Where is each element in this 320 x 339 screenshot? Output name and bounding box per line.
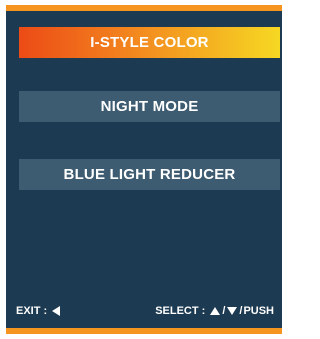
exit-hint: EXIT : — [16, 305, 61, 317]
separator: / — [222, 305, 226, 317]
exit-label: EXIT : — [16, 305, 48, 317]
menu-item-label: BLUE LIGHT REDUCER — [63, 166, 236, 183]
menu-item-label: I-STYLE COLOR — [90, 34, 209, 51]
push-label: PUSH — [243, 305, 274, 317]
bottom-accent-bar — [6, 328, 282, 334]
osd-menu-panel: I-STYLE COLOR NIGHT MODE BLUE LIGHT REDU… — [6, 5, 282, 334]
menu-item-night-mode[interactable]: NIGHT MODE — [19, 91, 280, 122]
footer-hints: EXIT : SELECT : / / PUSH — [16, 302, 274, 320]
left-arrow-icon — [52, 306, 61, 316]
top-accent-bar — [6, 5, 282, 11]
menu-item-i-style-color[interactable]: I-STYLE COLOR — [19, 27, 280, 58]
select-hint: SELECT : / / PUSH — [155, 305, 274, 317]
menu-item-label: NIGHT MODE — [100, 98, 199, 115]
select-label: SELECT : — [155, 305, 206, 317]
down-arrow-icon — [227, 307, 238, 315]
up-arrow-icon — [210, 307, 221, 315]
menu-item-blue-light-reducer[interactable]: BLUE LIGHT REDUCER — [19, 159, 280, 190]
separator: / — [239, 305, 243, 317]
